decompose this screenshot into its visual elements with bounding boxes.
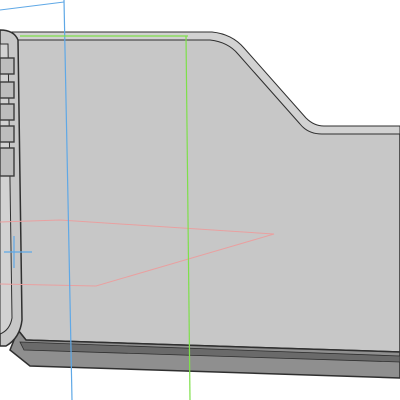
rib bbox=[0, 103, 15, 121]
rib bbox=[0, 81, 15, 99]
part-body[interactable] bbox=[0, 29, 400, 379]
blue-plane-edge-top bbox=[0, 1, 65, 11]
rib bbox=[0, 125, 15, 143]
reference-plane-blue-back bbox=[0, 1, 65, 11]
rib bbox=[0, 57, 15, 75]
rib bbox=[0, 147, 15, 177]
cad-3d-viewport[interactable] bbox=[0, 0, 400, 400]
model-canvas[interactable] bbox=[0, 0, 400, 400]
